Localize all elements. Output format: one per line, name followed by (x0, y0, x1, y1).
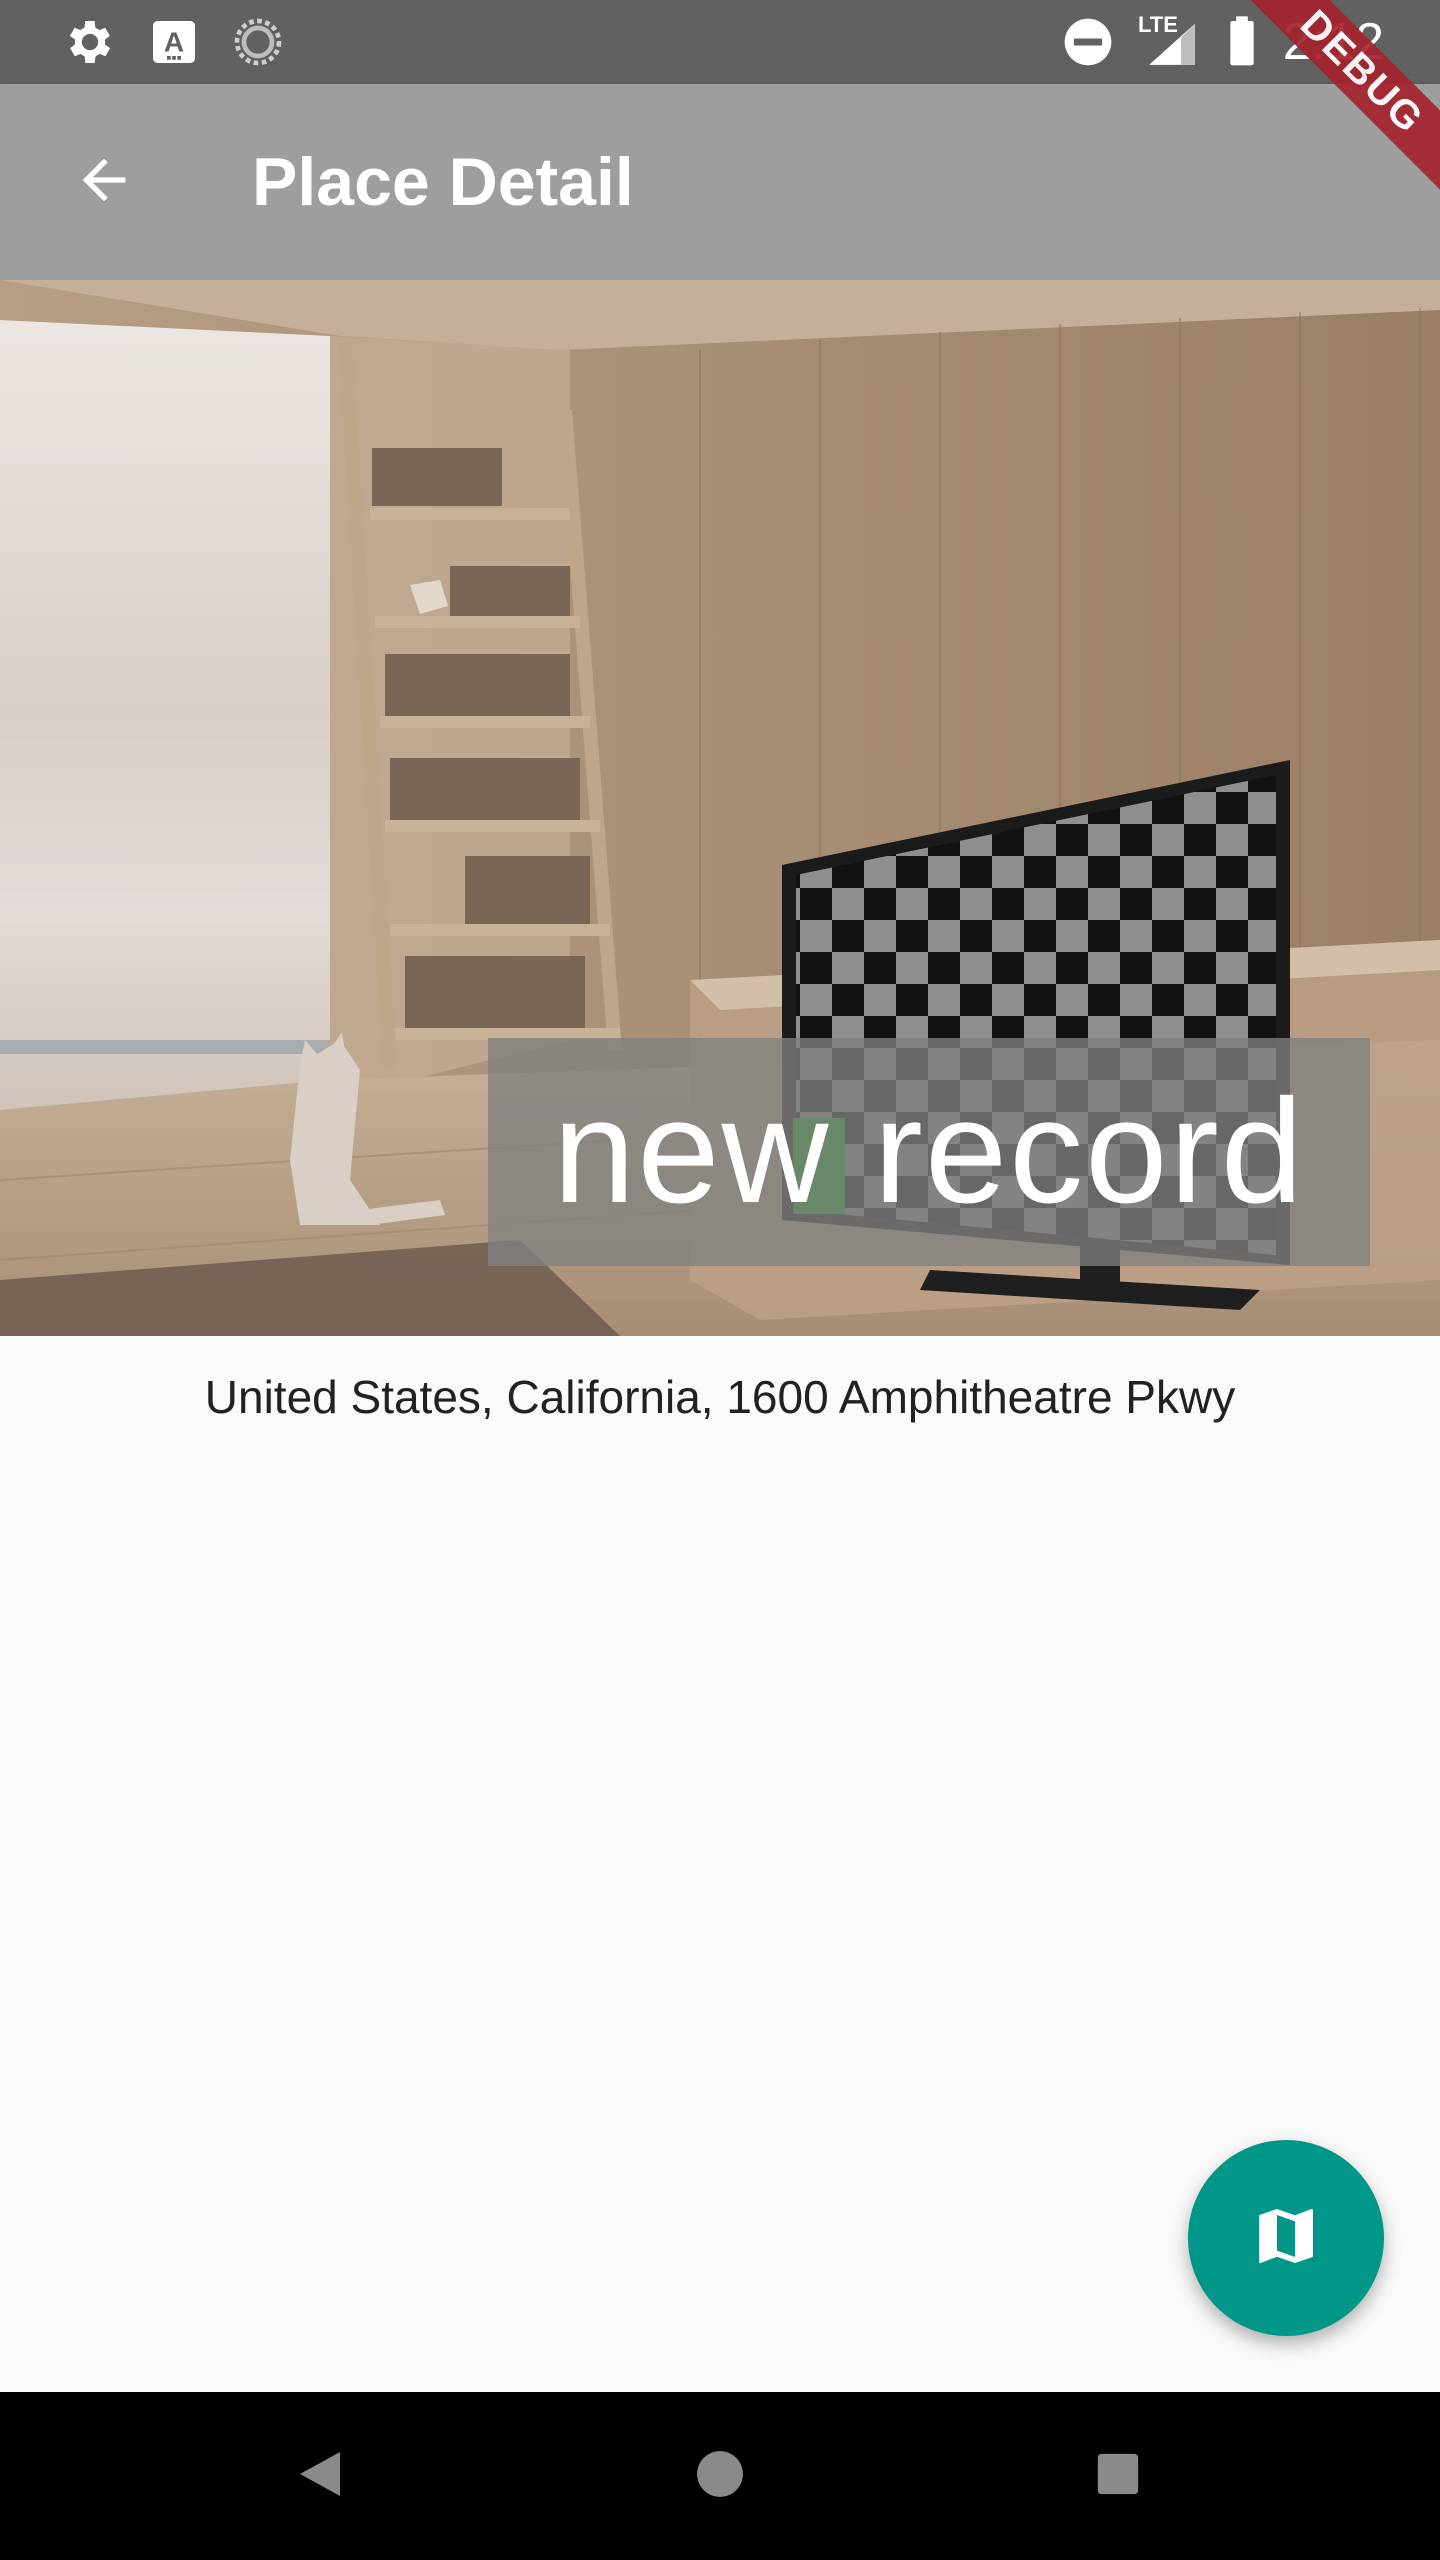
app-bar: Place Detail (0, 84, 1440, 280)
system-nav-bar (0, 2392, 1440, 2560)
place-image: new record (0, 280, 1440, 1336)
place-address: United States, California, 1600 Amphithe… (204, 1371, 1236, 1423)
nav-home-button[interactable] (670, 2426, 770, 2526)
map-button[interactable] (1188, 2140, 1384, 2336)
page-title: Place Detail (252, 144, 634, 220)
recents-square-icon (1096, 2452, 1140, 2501)
nav-back-button[interactable] (270, 2426, 370, 2526)
back-button[interactable] (48, 126, 160, 238)
signal-icon: LTE (1138, 12, 1204, 70)
nav-recents-button[interactable] (1068, 2426, 1168, 2526)
place-title-box: new record (488, 1038, 1370, 1266)
text-a-icon: A (146, 14, 202, 70)
network-label: LTE (1138, 12, 1178, 37)
battery-icon (1222, 14, 1262, 70)
svg-text:A: A (164, 26, 184, 57)
settings-icon (62, 14, 118, 70)
sync-icon (230, 14, 286, 70)
home-circle-icon (695, 2449, 745, 2504)
arrow-back-icon (72, 148, 136, 217)
place-title: new record (552, 1069, 1306, 1234)
status-bar: A LTE 2:12 (0, 0, 1440, 84)
map-icon (1250, 2200, 1322, 2277)
back-triangle-icon (296, 2448, 344, 2505)
clock: 2:12 (1282, 13, 1384, 71)
do-not-disturb-icon (1060, 14, 1116, 70)
